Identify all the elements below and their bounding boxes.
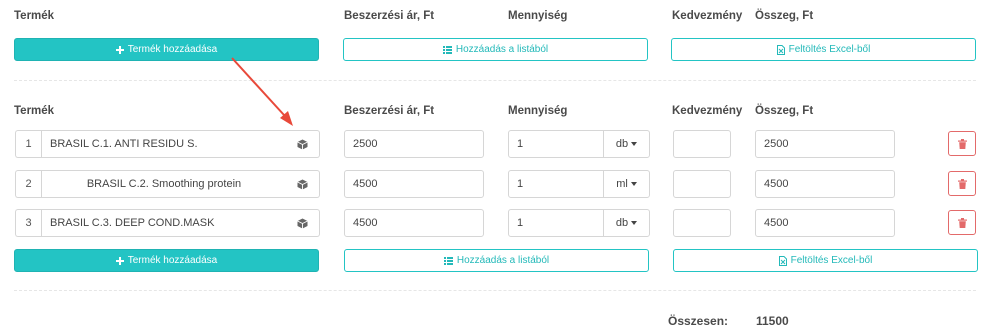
add-product-button[interactable]: Termék hozzáadása — [14, 249, 319, 272]
plus-icon — [115, 45, 124, 54]
unit-label: db — [615, 217, 629, 229]
product-header: Termék — [14, 105, 55, 117]
product-box-button[interactable] — [286, 209, 320, 237]
top-sum-header: Összeg, Ft — [755, 10, 814, 22]
product-name-field[interactable]: BRASIL C.1. ANTI RESIDU S. — [41, 130, 287, 158]
price-input[interactable]: 4500 — [344, 209, 484, 237]
product-name-field[interactable]: BRASIL C.2. Smoothing protein — [41, 170, 287, 198]
sum-header: Összeg, Ft — [755, 105, 814, 117]
box-icon — [297, 139, 308, 149]
price-input[interactable]: 2500 — [344, 130, 484, 158]
list-icon — [442, 45, 452, 54]
price-header: Beszerzési ár, Ft — [344, 105, 435, 117]
sum-input[interactable]: 2500 — [755, 130, 895, 158]
delete-row-button[interactable] — [948, 171, 976, 196]
row-number: 1 — [15, 130, 41, 158]
discount-header: Kedvezmény — [672, 105, 743, 117]
add-from-list-button[interactable]: Hozzáadás a listából — [344, 249, 649, 272]
add-product-label: Termék hozzáadása — [127, 44, 218, 55]
unit-label: ml — [616, 178, 628, 190]
delete-row-button[interactable] — [948, 131, 976, 156]
add-product-label: Termék hozzáadása — [127, 255, 218, 266]
trash-icon — [957, 217, 967, 228]
plus-icon — [115, 256, 124, 265]
top-add-product-button[interactable]: Termék hozzáadása — [14, 38, 319, 61]
total-value: 11500 — [756, 314, 789, 328]
delete-row-button[interactable] — [948, 210, 976, 235]
trash-icon — [957, 138, 967, 149]
unit-select[interactable]: ml — [603, 170, 650, 198]
discount-input[interactable] — [673, 130, 731, 158]
product-box-button[interactable] — [286, 130, 320, 158]
excel-file-icon — [778, 255, 787, 266]
excel-file-icon — [776, 44, 785, 55]
upload-excel-label: Feltöltés Excel-ből — [790, 255, 873, 266]
box-icon — [297, 218, 308, 228]
sum-input[interactable]: 4500 — [755, 170, 895, 198]
discount-input[interactable] — [673, 170, 731, 198]
trash-icon — [957, 178, 967, 189]
divider — [14, 80, 976, 81]
top-add-from-list-button[interactable]: Hozzáadás a listából — [343, 38, 648, 61]
chevron-down-icon — [631, 142, 638, 146]
top-quantity-header: Mennyiség — [508, 10, 568, 22]
divider — [14, 290, 976, 291]
unit-select[interactable]: db — [603, 209, 650, 237]
list-icon — [443, 256, 453, 265]
top-price-header: Beszerzési ár, Ft — [344, 10, 435, 22]
product-box-button[interactable] — [286, 170, 320, 198]
add-from-list-label: Hozzáadás a listából — [455, 44, 549, 55]
quantity-input[interactable]: 1 — [508, 170, 604, 198]
add-from-list-label: Hozzáadás a listából — [456, 255, 550, 266]
quantity-input[interactable]: 1 — [508, 130, 604, 158]
total-label: Összesen: — [668, 314, 729, 328]
quantity-header: Mennyiség — [508, 105, 568, 117]
box-icon — [297, 179, 308, 189]
discount-input[interactable] — [673, 209, 731, 237]
row-number: 3 — [15, 209, 41, 237]
top-product-header: Termék — [14, 10, 55, 22]
chevron-down-icon — [631, 221, 638, 225]
upload-excel-label: Feltöltés Excel-ből — [788, 44, 871, 55]
top-upload-excel-button[interactable]: Feltöltés Excel-ből — [671, 38, 976, 61]
unit-select[interactable]: db — [603, 130, 650, 158]
product-name-field[interactable]: BRASIL C.3. DEEP COND.MASK — [41, 209, 287, 237]
price-input[interactable]: 4500 — [344, 170, 484, 198]
chevron-down-icon — [630, 182, 637, 186]
top-discount-header: Kedvezmény — [672, 10, 743, 22]
sum-input[interactable]: 4500 — [755, 209, 895, 237]
unit-label: db — [615, 138, 629, 150]
row-number: 2 — [15, 170, 41, 198]
quantity-input[interactable]: 1 — [508, 209, 604, 237]
upload-excel-button[interactable]: Feltöltés Excel-ből — [673, 249, 978, 272]
